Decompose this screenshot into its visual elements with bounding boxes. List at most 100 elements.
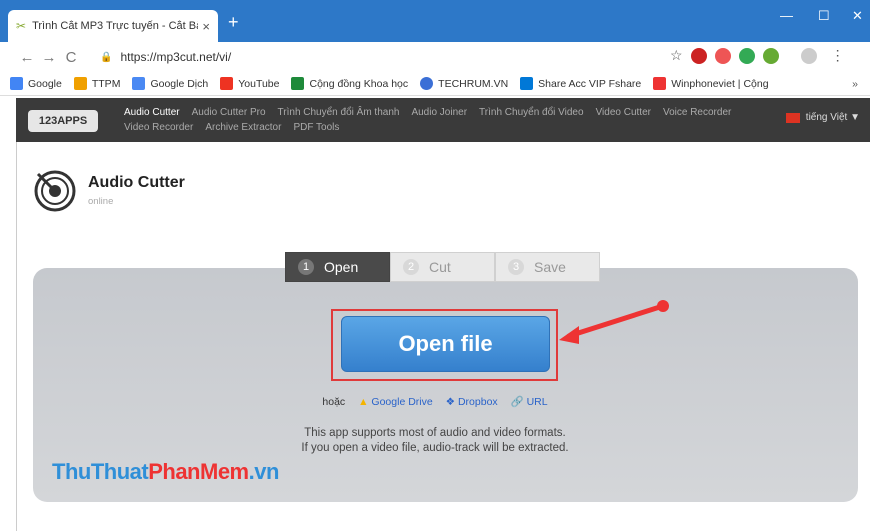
gear-icon [420,77,434,90]
bookmark-youtube[interactable]: YouTube [220,77,279,90]
watermark-part: PhanMem [148,459,249,484]
steps-bar: 1 Open 2 Cut 3 Save [285,252,600,282]
step-label: Save [534,259,566,275]
audio-disc-icon [34,170,76,212]
open-file-button[interactable]: Open file [341,316,550,372]
step-cut: 2 Cut [390,252,495,282]
windows-icon [520,77,534,90]
browser-tab[interactable]: ✂ Trình Cắt MP3 Trực tuyến - Cắt Bài × [8,10,218,42]
minimize-button[interactable]: — [780,8,793,23]
menu-item[interactable]: Video Recorder [124,122,193,133]
watermark-part: ThuThuat [52,459,149,484]
bookmark-ttpm[interactable]: TTPM [73,77,121,90]
browser-titlebar: ✂ Trình Cắt MP3 Trực tuyến - Cắt Bài × +… [0,0,870,42]
bookmark-label: Google Dịch [150,77,209,90]
bookmark-label: TECHRUM.VN [438,77,509,90]
tab-close-icon[interactable]: × [202,19,210,34]
menu-item[interactable]: Audio Cutter [124,107,180,118]
language-label: tiếng Việt ▼ [805,112,860,123]
new-tab-button[interactable]: + [228,12,239,33]
google-drive-icon: ▲ [358,396,369,408]
bookmark-label: Share Acc VIP Fshare [538,77,642,90]
back-arrow-icon[interactable]: ← [16,49,38,66]
lock-icon: 🔒 [100,51,113,63]
step-number: 1 [298,259,314,275]
bookmark-label: Cộng đồng Khoa học [309,77,409,90]
maximize-button[interactable]: ☐ [818,8,830,24]
url-label: URL [526,396,548,408]
info-text: This app supports most of audio and vide… [0,426,870,456]
watermark-part: .vn [248,459,280,484]
close-window-button[interactable]: ✕ [852,8,863,24]
pointer-arrow-icon [559,300,669,344]
bookmarks-more-icon[interactable]: » [852,78,858,90]
apps-menu: Audio Cutter Audio Cutter Pro Trình Chuyển… [124,105,774,135]
reload-icon[interactable]: C [60,49,82,66]
step-number: 3 [508,259,524,275]
menu-item[interactable]: Trình Chuyển đổi Video [479,107,584,118]
translate-icon [132,77,146,90]
bookmark-icon [73,77,87,90]
extension-icon[interactable] [762,47,779,64]
step-label: Cut [429,259,451,275]
bookmark-google-dich[interactable]: Google Dịch [132,77,208,90]
step-save: 3 Save [495,252,600,282]
bookmark-label: TTPM [91,77,121,90]
menu-item[interactable]: Audio Cutter Pro [192,107,266,118]
google-drive-link[interactable]: ▲ Google Drive [358,396,433,408]
menu-item[interactable]: Archive Extractor [205,122,281,133]
menu-kebab-icon[interactable]: ⋮ [831,47,845,64]
bookmark-cong-dong[interactable]: Cộng đồng Khoa học [291,77,408,90]
or-label: hoặc [322,396,346,408]
extension-icon[interactable] [738,47,755,64]
bookmark-label: YouTube [238,77,280,90]
page-title: Audio Cutter [88,174,185,191]
page-border [16,142,17,531]
alternate-sources: hoặc ▲ Google Drive ❖ Dropbox 🔗 URL [0,395,870,408]
logo[interactable]: 123APPS [28,110,98,132]
bookmarks-bar: Google TTPM Google Dịch YouTube Cộng đồn… [0,72,870,96]
google-drive-label: Google Drive [371,396,433,408]
url-text: https://mp3cut.net/vi/ [120,50,232,64]
step-number: 2 [403,259,419,275]
language-selector[interactable]: tiếng Việt ▼ [785,112,860,123]
bookmark-google[interactable]: Google [10,77,62,90]
menu-item[interactable]: Audio Joiner [411,107,467,118]
forward-arrow-icon[interactable]: → [38,49,60,66]
youtube-icon [220,77,234,90]
dropbox-link[interactable]: ❖ Dropbox [446,396,498,408]
apps-navbar: 123APPS Audio Cutter Audio Cutter Pro Trìn… [16,98,870,142]
url-link[interactable]: 🔗 URL [511,396,548,408]
extension-icon[interactable] [714,47,731,64]
bookmark-winphoneviet[interactable]: Winphoneviet | Cộng [653,77,769,90]
menu-item[interactable]: PDF Tools [293,122,339,133]
watermark: ThuThuatPhanMem.vn [52,459,279,485]
browser-toolbar: ← → C 🔒 https://mp3cut.net/vi/ ☆ ⋮ [0,42,870,72]
extensions-area: ☆ ⋮ [670,47,845,64]
dropbox-icon: ❖ [445,396,456,408]
link-icon: 🔗 [510,396,524,408]
bookmark-icon [653,77,667,90]
bookmark-share-acc[interactable]: Share Acc VIP Fshare [520,77,641,90]
menu-item[interactable]: Voice Recorder [663,107,731,118]
info-line: This app supports most of audio and vide… [304,427,566,439]
page-subtitle: online [88,196,114,207]
address-bar[interactable]: 🔒 https://mp3cut.net/vi/ [100,46,690,68]
tab-title: Trình Cắt MP3 Trực tuyến - Cắt Bài [32,20,199,32]
scissors-icon: ✂ [16,19,27,33]
bookmark-techrum[interactable]: TECHRUM.VN [420,77,508,90]
menu-item[interactable]: Trình Chuyển đổi Âm thanh [278,107,400,118]
flag-icon [785,112,800,123]
google-icon [10,77,23,90]
menu-item[interactable]: Video Cutter [596,107,651,118]
star-icon[interactable]: ☆ [670,47,683,64]
leaf-icon [291,77,305,90]
extension-icon[interactable] [690,47,707,64]
info-line: If you open a video file, audio-track wi… [301,442,569,454]
step-open[interactable]: 1 Open [285,252,390,282]
profile-avatar-icon[interactable] [800,47,817,64]
dropbox-label: Dropbox [457,396,498,408]
bookmark-label: Google [28,77,62,90]
step-label: Open [324,259,359,275]
bookmark-label: Winphoneviet | Cộng [671,77,769,90]
